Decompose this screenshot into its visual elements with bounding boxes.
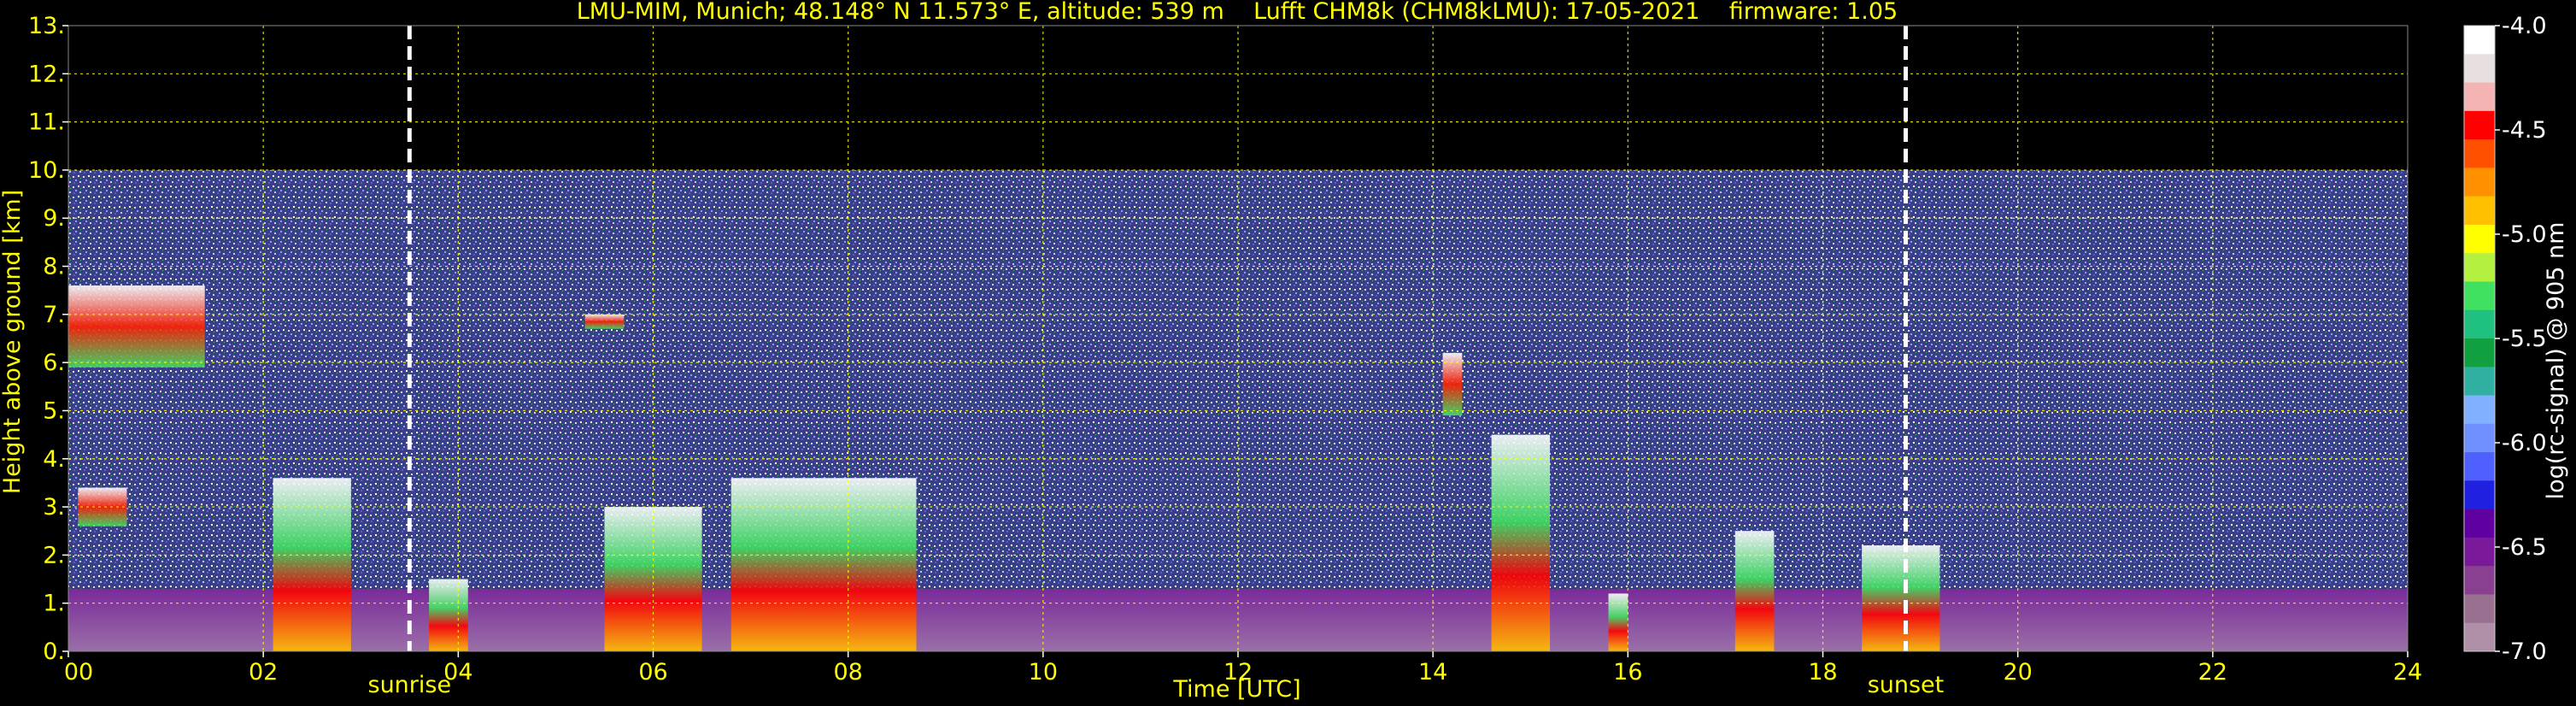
colorbar-label: log(rc-signal) @ 905 nm bbox=[2543, 222, 2569, 500]
colorbar-swatch bbox=[2464, 537, 2495, 567]
y-tick-label: 5. bbox=[43, 397, 65, 424]
y-axis-label: Height above ground [km] bbox=[0, 190, 26, 494]
y-tick-label: 6. bbox=[43, 350, 65, 376]
feature-precip-5 bbox=[429, 579, 468, 651]
feature-precip-4 bbox=[273, 478, 351, 651]
x-tick-label: 08 bbox=[833, 659, 862, 685]
x-tick-label: 04 bbox=[443, 659, 472, 685]
colorbar-swatch bbox=[2464, 168, 2495, 197]
colorbar-swatch bbox=[2464, 423, 2495, 453]
feature-precip-9 bbox=[1608, 593, 1628, 651]
x-tick-label: 20 bbox=[2003, 659, 2032, 685]
x-tick-label: 12 bbox=[1223, 659, 1253, 685]
y-tick-label: 11. bbox=[28, 109, 65, 136]
chart-title: LMU-MIM, Munich; 48.148° N 11.573° E, al… bbox=[577, 0, 1898, 25]
feature-cloud-0 bbox=[68, 285, 205, 368]
y-axis-ticks: 0. 1. 2. 3. 4. 5. 6. 7. 8. 9. 10. 11. 12. 13. bbox=[28, 13, 68, 665]
event-label-sunset: sunset bbox=[1868, 672, 1945, 698]
feature-precip-11 bbox=[1862, 545, 1940, 651]
colorbar-swatch bbox=[2464, 367, 2495, 397]
x-tick-label: 06 bbox=[638, 659, 667, 685]
colorbar-swatch bbox=[2464, 224, 2495, 254]
colorbar-swatch bbox=[2464, 480, 2495, 510]
feature-cloud-2 bbox=[584, 314, 625, 329]
colorbar-swatch bbox=[2464, 110, 2495, 140]
feature-cloud-1 bbox=[78, 487, 127, 527]
x-tick-label: 24 bbox=[2393, 659, 2422, 685]
colorbar-swatch bbox=[2464, 196, 2495, 226]
colorbar-tick-label: -5.5 bbox=[2502, 326, 2547, 352]
feature-precip-10 bbox=[1734, 531, 1775, 651]
y-tick-label: 9. bbox=[43, 205, 65, 232]
colorbar-swatch bbox=[2464, 395, 2495, 425]
feature-precip-8 bbox=[1491, 434, 1551, 651]
colorbar-swatch bbox=[2464, 622, 2495, 652]
x-tick-label: 14 bbox=[1418, 659, 1447, 685]
y-tick-label: 0. bbox=[43, 638, 65, 665]
y-tick-label: 12. bbox=[28, 61, 65, 87]
colorbar-tick-label: -4.0 bbox=[2502, 13, 2547, 39]
colorbar-swatch bbox=[2464, 309, 2495, 339]
x-tick-label: 16 bbox=[1613, 659, 1642, 685]
colorbar-swatch bbox=[2464, 338, 2495, 368]
colorbar-swatch bbox=[2464, 594, 2495, 624]
x-tick-label: 18 bbox=[1808, 659, 1837, 685]
colorbar-swatch bbox=[2464, 54, 2495, 84]
colorbar-swatch bbox=[2464, 452, 2495, 481]
colorbar-swatch bbox=[2464, 253, 2495, 282]
colorbar-tick-label: -5.0 bbox=[2502, 221, 2547, 248]
x-tick-label: 00 bbox=[64, 659, 93, 685]
y-tick-label: 10. bbox=[28, 157, 65, 184]
colorbar-tick-label: -4.5 bbox=[2502, 117, 2547, 144]
y-tick-label: 2. bbox=[43, 542, 65, 568]
colorbar-tick-label: -6.0 bbox=[2502, 430, 2547, 456]
y-tick-label: 3. bbox=[43, 494, 65, 521]
x-tick-label: 10 bbox=[1029, 659, 1058, 685]
y-tick-label: 13. bbox=[28, 13, 65, 39]
colorbar: -4.0 -4.5 -5.0 -5.5 -6.0 -6.5 -7.0 bbox=[2463, 13, 2547, 665]
y-tick-label: 1. bbox=[43, 591, 65, 617]
colorbar-swatch bbox=[2464, 26, 2495, 55]
plot-area: sunrise sunset bbox=[67, 25, 2409, 698]
event-label-sunrise: sunrise bbox=[368, 672, 452, 698]
colorbar-swatch bbox=[2464, 82, 2495, 112]
colorbar-swatch bbox=[2464, 139, 2495, 168]
colorbar-tick-label: -7.0 bbox=[2502, 638, 2547, 665]
colorbar-swatch bbox=[2464, 281, 2495, 311]
feature-precip-7 bbox=[731, 478, 917, 651]
colorbar-swatch bbox=[2464, 566, 2495, 595]
colorbar-tick-label: -6.5 bbox=[2502, 534, 2547, 561]
ceilometer-chart: sunrise sunset LMU-MIM, Munich; 48.148° N… bbox=[0, 0, 2569, 703]
x-tick-label: 22 bbox=[2198, 659, 2227, 685]
y-tick-label: 8. bbox=[43, 254, 65, 280]
y-tick-label: 7. bbox=[43, 302, 65, 328]
colorbar-swatch bbox=[2464, 509, 2495, 538]
x-tick-label: 02 bbox=[249, 659, 278, 685]
y-tick-label: 4. bbox=[43, 446, 65, 473]
